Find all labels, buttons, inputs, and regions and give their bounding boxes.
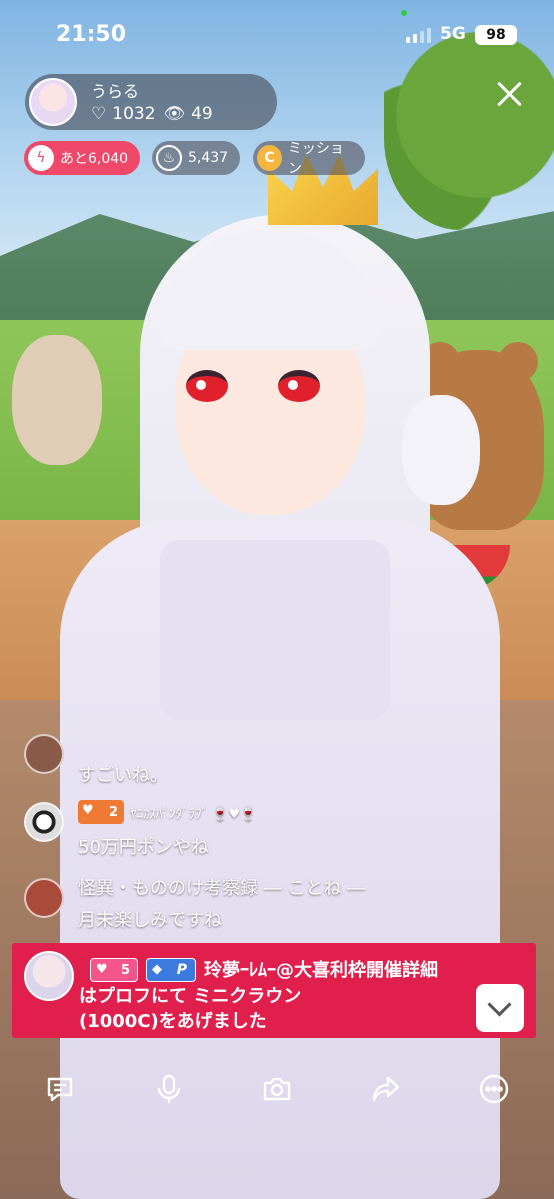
- fire-pill[interactable]: ♨ 5,437: [152, 141, 240, 175]
- goal-label: あと6,040: [60, 151, 129, 167]
- mission-pill[interactable]: C ミッション: [253, 141, 365, 177]
- plush-toy-left: [12, 335, 102, 465]
- network-type: 5G: [440, 24, 466, 44]
- heart-badge-icon: ♥: [82, 803, 94, 818]
- battery-icon: 98: [475, 25, 517, 45]
- avatar-right-eye: [278, 370, 320, 402]
- microphone-button[interactable]: [151, 1071, 187, 1107]
- eye-icon: 👁: [163, 104, 186, 124]
- chat-message: すごいね。: [78, 765, 168, 786]
- share-icon: [372, 1076, 400, 1102]
- likes-count: 1032: [112, 104, 156, 124]
- streamer-name: うらる: [91, 82, 140, 101]
- chat-message: 怪異・もののけ考察録 ― ことね ―: [78, 878, 366, 899]
- chat-message: 50万円ポンやね: [78, 837, 209, 858]
- chat-message: 月末楽しみですね: [78, 910, 222, 931]
- camera-button[interactable]: [259, 1071, 295, 1107]
- share-button[interactable]: [368, 1071, 404, 1107]
- chat-avatar[interactable]: [24, 802, 64, 842]
- diamond-icon: ◆: [152, 962, 162, 977]
- microphone-icon: [157, 1074, 181, 1103]
- level-badge: ♥ 2: [78, 800, 124, 824]
- chat-avatar[interactable]: [24, 734, 64, 774]
- more-button[interactable]: [476, 1071, 512, 1107]
- viewer-count: 49: [191, 104, 213, 124]
- chevron-down-icon[interactable]: [476, 984, 524, 1032]
- gift-text-line3: (1000C)をあげました: [79, 1011, 267, 1032]
- more-icon: [479, 1074, 509, 1104]
- gift-text-line2: はプロフにて ミニクラウン: [79, 986, 302, 1007]
- premium-badge: ◆ P: [146, 958, 196, 982]
- level-number: 2: [108, 804, 118, 820]
- flame-icon: ♨: [156, 145, 182, 171]
- chat-username[interactable]: ﾔﾆｶｽﾊﾟﾝﾀﾞﾗﾌﾞ 🍷♥🍷: [130, 803, 256, 822]
- gift-banner[interactable]: ♥ 5 ◆ P 玲夢ｰﾚﾑｰ@大喜利枠開催詳細 はプロフにて ミニクラウン (1…: [12, 943, 536, 1038]
- camera-icon: [263, 1077, 291, 1101]
- comment-icon: [47, 1077, 73, 1102]
- heart-badge-icon: ♥: [96, 962, 108, 977]
- coin-icon: C: [257, 145, 282, 171]
- close-icon[interactable]: [494, 78, 526, 110]
- battery-level: 98: [486, 27, 506, 43]
- fire-label: 5,437: [188, 150, 229, 166]
- streamer-avatar[interactable]: [29, 78, 77, 126]
- privacy-indicator: [401, 10, 407, 16]
- heart-outline-icon: ♡: [91, 104, 107, 124]
- gift-level-number: 5: [120, 962, 130, 978]
- gift-sender-avatar[interactable]: [24, 951, 74, 1001]
- gift-level-badge: ♥ 5: [90, 958, 138, 982]
- mission-label: ミッション: [287, 141, 344, 177]
- goal-pill[interactable]: ϟ あと6,040: [24, 141, 140, 175]
- streamer-card[interactable]: うらる ♡ 1032 👁 49: [25, 74, 277, 130]
- premium-label: P: [176, 962, 187, 978]
- plush-toy-right: [402, 395, 480, 505]
- status-bar: 21:50 5G 98: [0, 0, 554, 70]
- chat-avatar[interactable]: [24, 878, 64, 918]
- lightning-icon: ϟ: [28, 145, 54, 171]
- signal-icon: [406, 28, 431, 43]
- comment-button[interactable]: [42, 1071, 78, 1107]
- avatar-left-eye: [186, 370, 228, 402]
- status-time: 21:50: [56, 22, 127, 47]
- avatar-bodice: [160, 540, 390, 720]
- streamer-stats: ♡ 1032 👁 49: [91, 104, 213, 124]
- gift-text-line1: 玲夢ｰﾚﾑｰ@大喜利枠開催詳細: [204, 960, 438, 981]
